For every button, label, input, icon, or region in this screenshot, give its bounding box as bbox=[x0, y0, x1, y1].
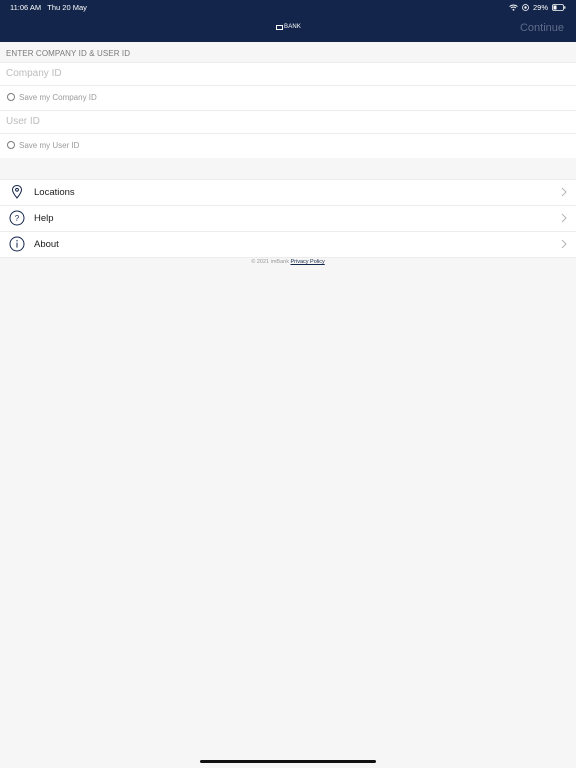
top-bar: 11:06 AM Thu 20 May 29% BANK Continue bbox=[0, 0, 576, 42]
question-circle-icon: ? bbox=[9, 210, 25, 226]
save-user-id-label: Save my User ID bbox=[19, 141, 80, 150]
menu-item-label: About bbox=[34, 239, 59, 250]
svg-text:?: ? bbox=[15, 214, 20, 223]
wifi-icon bbox=[509, 4, 518, 11]
info-circle-icon bbox=[9, 236, 25, 252]
company-id-placeholder: Company ID bbox=[6, 68, 62, 79]
save-user-id-row[interactable]: Save my User ID bbox=[0, 133, 576, 158]
privacy-policy-link[interactable]: Privacy Policy bbox=[290, 259, 324, 265]
user-id-field[interactable]: User ID bbox=[0, 110, 576, 133]
menu-item-locations[interactable]: Locations bbox=[0, 180, 576, 206]
menu-item-label: Help bbox=[34, 213, 54, 224]
continue-button[interactable]: Continue bbox=[520, 22, 564, 34]
chevron-right-icon bbox=[561, 239, 567, 249]
save-company-id-label: Save my Company ID bbox=[19, 93, 97, 102]
section-title: ENTER COMPANY ID & USER ID bbox=[6, 49, 131, 58]
save-company-id-row[interactable]: Save my Company ID bbox=[0, 85, 576, 110]
company-id-field[interactable]: Company ID bbox=[0, 62, 576, 85]
menu-list: Locations ? Help About bbox=[0, 179, 576, 258]
status-time: 11:06 AM Thu 20 May bbox=[10, 3, 87, 12]
menu-item-about[interactable]: About bbox=[0, 232, 576, 258]
footer: © 2021 imBank Privacy Policy bbox=[0, 259, 576, 265]
copyright-text: © 2021 imBank bbox=[251, 259, 289, 265]
save-company-id-radio[interactable] bbox=[7, 93, 15, 101]
user-id-placeholder: User ID bbox=[6, 116, 40, 127]
battery-percent: 29% bbox=[532, 3, 548, 12]
menu-item-help[interactable]: ? Help bbox=[0, 206, 576, 232]
chevron-right-icon bbox=[561, 213, 567, 223]
logo-mark-icon bbox=[276, 24, 283, 30]
location-services-icon bbox=[522, 4, 529, 11]
battery-icon bbox=[552, 4, 566, 11]
location-pin-icon bbox=[11, 184, 23, 199]
status-icons: 29% bbox=[509, 3, 566, 12]
home-indicator[interactable] bbox=[200, 760, 376, 763]
bank-logo: BANK bbox=[276, 24, 301, 30]
chevron-right-icon bbox=[561, 187, 567, 197]
menu-item-label: Locations bbox=[34, 187, 75, 198]
save-user-id-radio[interactable] bbox=[7, 141, 15, 149]
